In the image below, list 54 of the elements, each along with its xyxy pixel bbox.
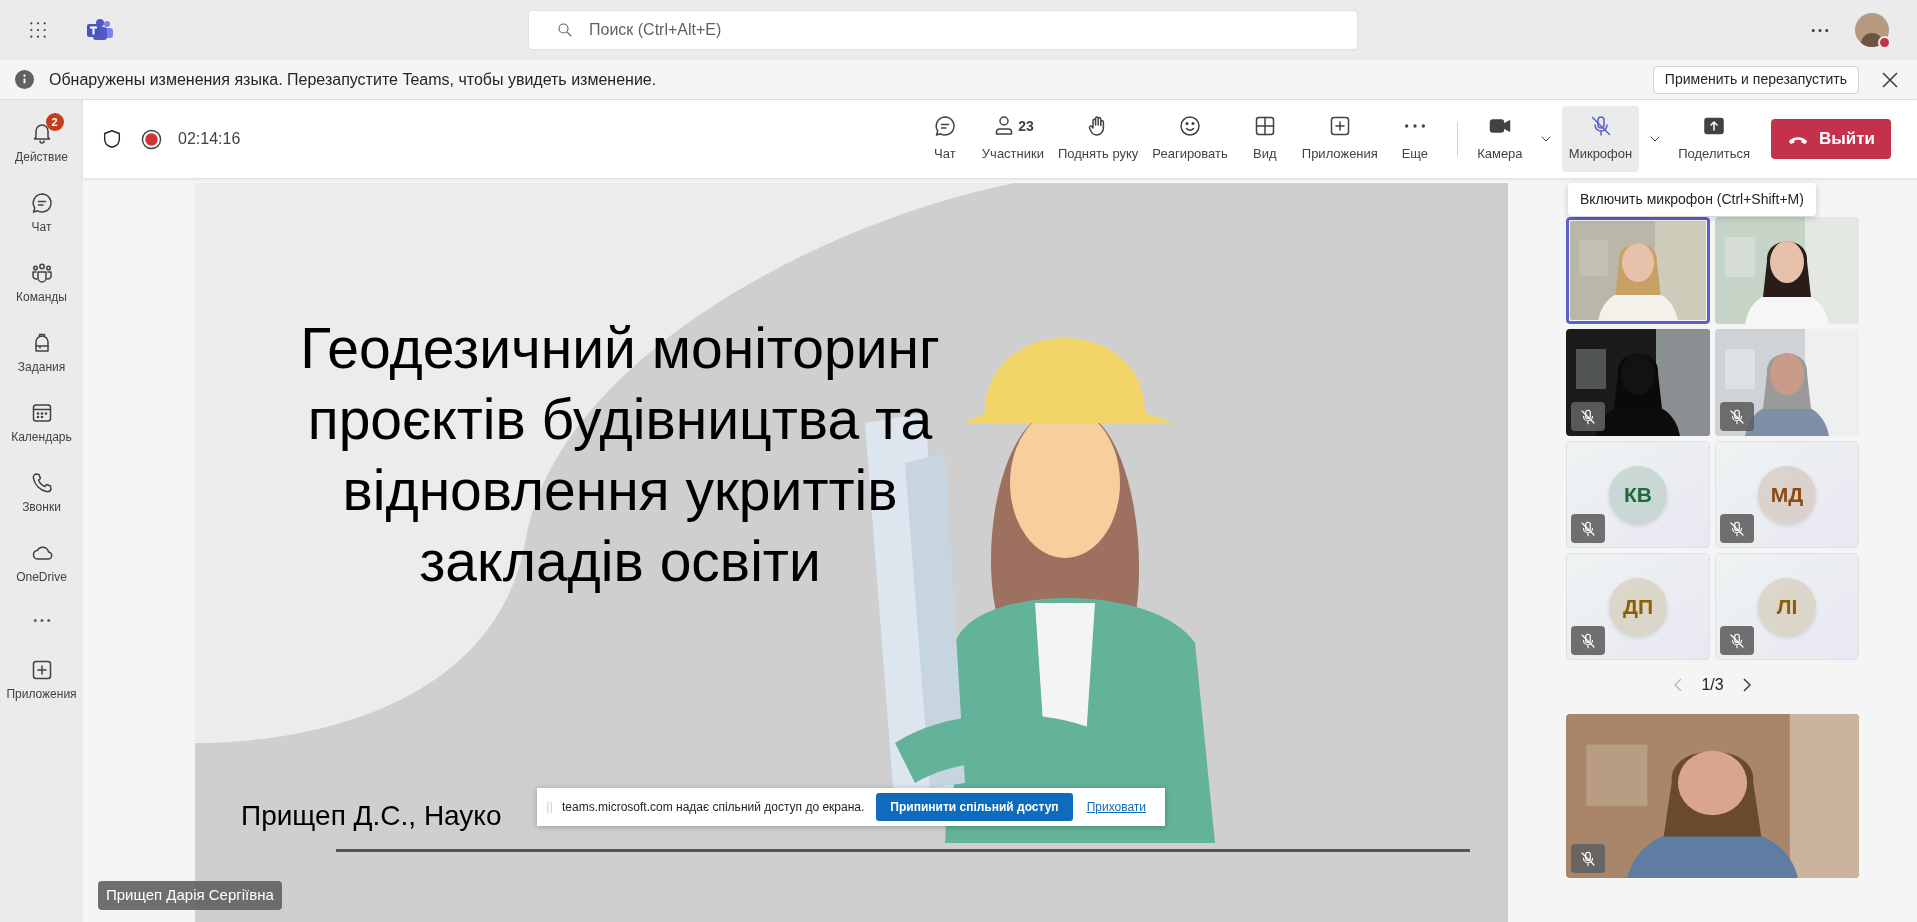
presenter-name: Прищеп Дарія Сергіївна bbox=[98, 881, 282, 910]
share-text: teams.microsoft.com надає спільний доступ до екрана. bbox=[562, 799, 865, 816]
info-icon bbox=[15, 70, 34, 89]
avatar[interactable] bbox=[1855, 13, 1889, 47]
toolbar-button[interactable]: Камера bbox=[1469, 106, 1530, 172]
drag-handle-icon[interactable] bbox=[547, 800, 552, 814]
stop-sharing-button[interactable]: Припинити спільний доступ bbox=[876, 793, 1073, 821]
tile-background[interactable] bbox=[1715, 553, 1859, 660]
tile-background[interactable] bbox=[1566, 441, 1710, 548]
tooltip: Включить микрофон (Ctrl+Shift+M) bbox=[1568, 183, 1816, 216]
more-icon[interactable] bbox=[32, 618, 51, 623]
rail-item[interactable]: Действие 2 bbox=[1, 108, 82, 178]
toolbar-button[interactable]: Еще bbox=[1384, 106, 1445, 172]
teams-logo-icon[interactable] bbox=[86, 18, 114, 42]
app-launcher-icon bbox=[28, 20, 48, 40]
page-indicator: 1/3 bbox=[1701, 675, 1724, 695]
meeting-timer: 02:14:16 bbox=[178, 129, 241, 149]
tile-background[interactable] bbox=[1715, 441, 1859, 548]
chat-icon bbox=[29, 190, 54, 215]
shield-icon bbox=[101, 128, 123, 150]
search-icon bbox=[556, 21, 574, 39]
rail-item[interactable]: Приложения bbox=[1, 650, 82, 710]
more-icon bbox=[1404, 124, 1425, 129]
chat-icon bbox=[932, 114, 957, 139]
toolbar-button[interactable]: 23 Участники bbox=[974, 106, 1051, 172]
slide-subtitle: Прищеп Д.С., Науко bbox=[241, 799, 502, 833]
tile-background[interactable] bbox=[1566, 553, 1710, 660]
toolbar-button[interactable]: Реагировать bbox=[1145, 106, 1235, 172]
toolbar-button[interactable]: Приложения bbox=[1294, 106, 1385, 172]
rail-item[interactable]: Календарь bbox=[1, 388, 82, 458]
toolbar-button[interactable]: Чат bbox=[914, 106, 975, 172]
rail-item[interactable]: Задания bbox=[1, 318, 82, 388]
participant-initials: КВ bbox=[1624, 481, 1652, 508]
slide-title: Геодезичний моніторинг проєктів будівництва та відновлення укриттів закладів освіти bbox=[299, 315, 941, 595]
close-icon[interactable] bbox=[1881, 70, 1899, 89]
restart-button[interactable]: Применить и перезапустить bbox=[1652, 65, 1859, 94]
notice-text: Обнаружены изменения языка. Перезапустите Teams, чтобы увидеть изменение. bbox=[49, 69, 657, 90]
toolbar-button[interactable]: Поделиться bbox=[1671, 106, 1757, 172]
notification-badge: 2 bbox=[45, 113, 64, 131]
more-icon[interactable] bbox=[1811, 27, 1829, 33]
search-field[interactable]: Поиск (Ctrl+Alt+E) bbox=[528, 10, 1358, 50]
smile-icon bbox=[1178, 114, 1203, 139]
rail-item[interactable]: Звонки bbox=[1, 458, 82, 528]
participant-initials: ЛІ bbox=[1776, 593, 1798, 620]
leave-button[interactable]: Выйти bbox=[1771, 119, 1891, 159]
participant-initials: МД bbox=[1770, 481, 1804, 508]
toolbar-button[interactable]: Вид bbox=[1234, 106, 1295, 172]
rail-item[interactable]: Команды bbox=[1, 248, 82, 318]
participant-initials: ДП bbox=[1622, 593, 1654, 620]
toolbar-button[interactable]: Микрофон bbox=[1561, 106, 1640, 172]
rail-item[interactable]: Чат bbox=[1, 178, 82, 248]
hide-link[interactable]: Приховати bbox=[1086, 798, 1146, 816]
toolbar-button[interactable]: Поднять руку bbox=[1050, 106, 1146, 172]
rail-item[interactable]: OneDrive bbox=[1, 528, 82, 598]
